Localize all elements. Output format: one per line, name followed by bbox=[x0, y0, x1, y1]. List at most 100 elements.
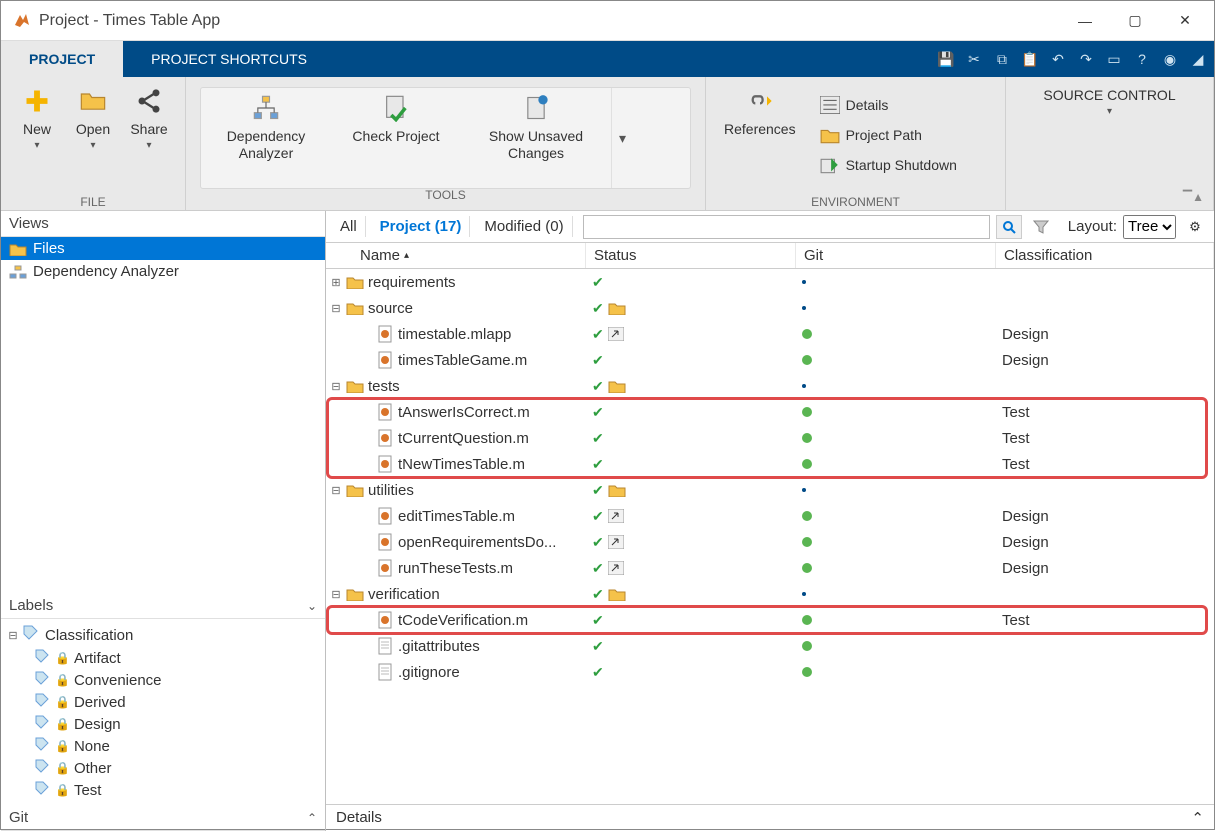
expand-icon[interactable]: ⊟ bbox=[330, 302, 342, 315]
view-dependency-analyzer[interactable]: Dependency Analyzer bbox=[1, 260, 325, 283]
check-icon: ✔ bbox=[592, 404, 604, 421]
file-name: runTheseTests.m bbox=[398, 560, 513, 577]
details-button[interactable]: Details bbox=[820, 91, 957, 119]
project-path-button[interactable]: Project Path bbox=[820, 121, 957, 149]
git-status-icon bbox=[802, 329, 812, 339]
col-status[interactable]: Status bbox=[586, 243, 796, 268]
file-row[interactable]: runTheseTests.m✔Design bbox=[326, 555, 1214, 581]
file-row[interactable]: tNewTimesTable.m✔Test bbox=[326, 451, 1214, 477]
minimize-ribbon-icon[interactable]: ◢ bbox=[1186, 47, 1210, 71]
labels-header[interactable]: Labels⌄ bbox=[1, 593, 325, 619]
view-files[interactable]: Files bbox=[1, 237, 325, 260]
folder-icon bbox=[9, 241, 27, 257]
col-classification[interactable]: Classification bbox=[996, 243, 1214, 268]
tools-more-button[interactable]: ▾ bbox=[611, 88, 633, 188]
expand-icon[interactable]: ⊟ bbox=[330, 484, 342, 497]
shortcut-icon bbox=[608, 509, 624, 523]
help-icon[interactable]: ? bbox=[1130, 47, 1154, 71]
label-none[interactable]: 🔒None bbox=[7, 735, 319, 757]
open-folder-icon bbox=[79, 87, 107, 115]
classification-cell: Test bbox=[996, 456, 1214, 473]
label-other[interactable]: 🔒Other bbox=[7, 757, 319, 779]
file-row[interactable]: timestable.mlapp✔Design bbox=[326, 321, 1214, 347]
folder-icon bbox=[346, 481, 364, 499]
layout-icon[interactable]: ▭ bbox=[1102, 47, 1126, 71]
tab-project[interactable]: PROJECT bbox=[1, 41, 123, 77]
show-unsaved-button[interactable]: Show Unsaved Changes bbox=[461, 88, 611, 188]
file-row[interactable]: ⊞requirements✔ bbox=[326, 269, 1214, 295]
window-title: Project - Times Table App bbox=[39, 12, 1060, 30]
git-status-icon bbox=[802, 592, 806, 596]
file-row[interactable]: ⊟tests✔ bbox=[326, 373, 1214, 399]
expand-icon[interactable]: ⊟ bbox=[330, 380, 342, 393]
gear-icon[interactable]: ⚙ bbox=[1182, 215, 1208, 239]
lock-icon: 🔒 bbox=[55, 739, 70, 753]
tab-project-shortcuts[interactable]: PROJECT SHORTCUTS bbox=[123, 41, 335, 77]
file-row[interactable]: ⊟verification✔ bbox=[326, 581, 1214, 607]
expand-icon[interactable]: ⊞ bbox=[330, 276, 342, 289]
maximize-button[interactable]: ▢ bbox=[1110, 5, 1160, 37]
git-status-icon bbox=[802, 615, 812, 625]
layout-select[interactable]: Tree bbox=[1123, 215, 1176, 239]
dependency-analyzer-button[interactable]: Dependency Analyzer bbox=[201, 88, 331, 188]
file-row[interactable]: .gitattributes✔ bbox=[326, 633, 1214, 659]
new-button[interactable]: New bbox=[9, 81, 65, 189]
close-button[interactable]: ✕ bbox=[1160, 5, 1210, 37]
project-path-icon bbox=[820, 126, 840, 144]
copy-icon[interactable]: ⧉ bbox=[990, 47, 1014, 71]
gear-dropdown-icon[interactable]: ◉ bbox=[1158, 47, 1182, 71]
source-control-button[interactable]: SOURCE CONTROL bbox=[1033, 81, 1185, 189]
share-button[interactable]: Share bbox=[121, 81, 177, 189]
file-row[interactable]: editTimesTable.m✔Design bbox=[326, 503, 1214, 529]
filter-project[interactable]: Project (17) bbox=[372, 216, 471, 237]
references-button[interactable]: References bbox=[714, 81, 806, 189]
col-git[interactable]: Git bbox=[796, 243, 996, 268]
check-icon: ✔ bbox=[592, 612, 604, 629]
file-row[interactable]: timesTableGame.m✔Design bbox=[326, 347, 1214, 373]
ribbon: New Open Share FILE Dependency Analyzer … bbox=[1, 77, 1214, 211]
undo-icon[interactable]: ↶ bbox=[1046, 47, 1070, 71]
collapse-icon[interactable]: ⊟ bbox=[7, 629, 19, 642]
label-test[interactable]: 🔒Test bbox=[7, 779, 319, 801]
column-headers: Name▴ Status Git Classification bbox=[326, 243, 1214, 269]
label-artifact[interactable]: 🔒Artifact bbox=[7, 647, 319, 669]
label-design[interactable]: 🔒Design bbox=[7, 713, 319, 735]
filter-all[interactable]: All bbox=[332, 216, 366, 237]
minimize-button[interactable]: — bbox=[1060, 5, 1110, 37]
search-input[interactable] bbox=[583, 215, 990, 239]
collapse-ribbon-icon[interactable]: ▔▲ bbox=[1183, 190, 1204, 204]
redo-icon[interactable]: ↷ bbox=[1074, 47, 1098, 71]
paste-icon[interactable]: 📋 bbox=[1018, 47, 1042, 71]
git-header[interactable]: Git⌃ bbox=[1, 805, 325, 831]
filter-funnel-icon[interactable] bbox=[1028, 215, 1054, 239]
details-icon bbox=[820, 96, 840, 114]
open-button[interactable]: Open bbox=[65, 81, 121, 189]
check-project-button[interactable]: Check Project bbox=[331, 88, 461, 188]
label-derived[interactable]: 🔒Derived bbox=[7, 691, 319, 713]
startup-shutdown-button[interactable]: Startup Shutdown bbox=[820, 151, 957, 179]
git-status-icon bbox=[802, 537, 812, 547]
save-icon[interactable]: 💾 bbox=[934, 47, 958, 71]
filter-modified[interactable]: Modified (0) bbox=[476, 216, 572, 237]
folder-icon bbox=[346, 585, 364, 603]
details-panel[interactable]: Details⌃ bbox=[326, 804, 1214, 831]
classification-node[interactable]: ⊟ Classification bbox=[7, 623, 319, 647]
label-convenience[interactable]: 🔒Convenience bbox=[7, 669, 319, 691]
file-name: tests bbox=[368, 378, 400, 395]
cut-icon[interactable]: ✂ bbox=[962, 47, 986, 71]
text-icon bbox=[376, 663, 394, 681]
file-row[interactable]: openRequirementsDo...✔Design bbox=[326, 529, 1214, 555]
file-row[interactable]: ⊟source✔ bbox=[326, 295, 1214, 321]
file-row[interactable]: ⊟utilities✔ bbox=[326, 477, 1214, 503]
file-name: timesTableGame.m bbox=[398, 352, 527, 369]
expand-icon[interactable]: ⊟ bbox=[330, 588, 342, 601]
file-row[interactable]: tCurrentQuestion.m✔Test bbox=[326, 425, 1214, 451]
text-icon bbox=[376, 637, 394, 655]
file-row[interactable]: tCodeVerification.m✔Test bbox=[326, 607, 1214, 633]
check-icon: ✔ bbox=[592, 508, 604, 525]
toolstrip-tabs: PROJECT PROJECT SHORTCUTS 💾 ✂ ⧉ 📋 ↶ ↷ ▭ … bbox=[1, 41, 1214, 77]
search-button[interactable] bbox=[996, 215, 1022, 239]
col-name[interactable]: Name▴ bbox=[326, 243, 586, 268]
file-row[interactable]: tAnswerIsCorrect.m✔Test bbox=[326, 399, 1214, 425]
file-row[interactable]: .gitignore✔ bbox=[326, 659, 1214, 685]
